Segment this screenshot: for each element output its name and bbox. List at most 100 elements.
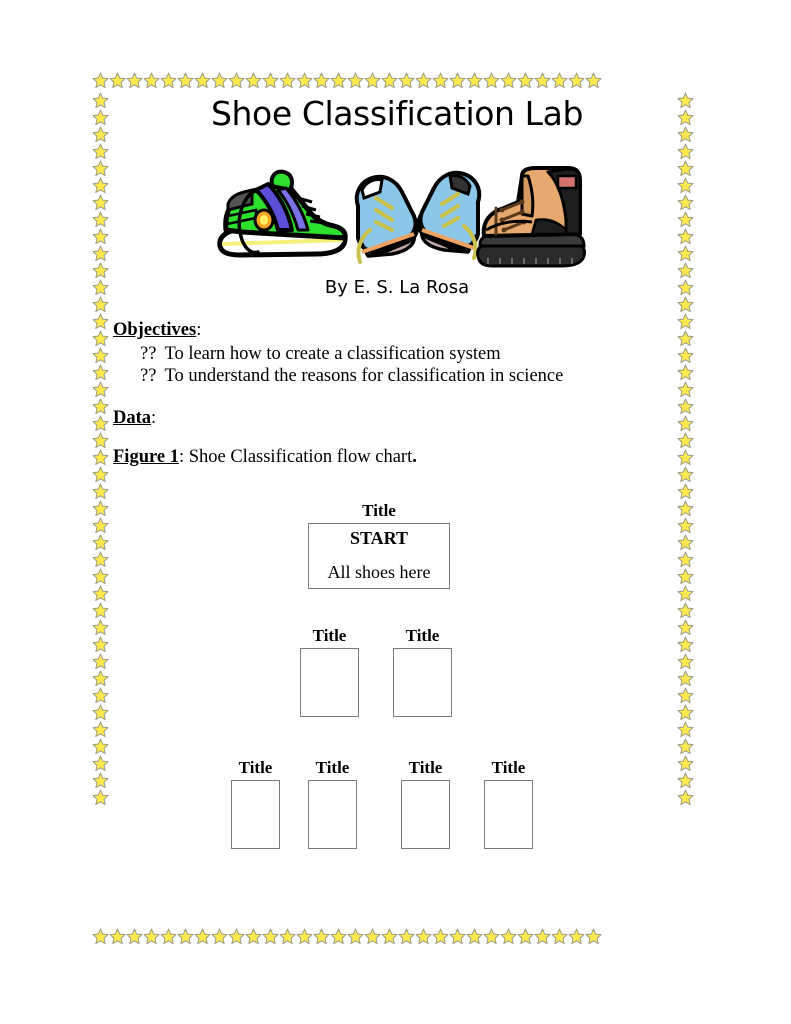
star-border-bottom <box>92 928 602 945</box>
star-icon <box>92 653 109 670</box>
star-icon <box>364 928 381 945</box>
brown-work-boot-icon <box>476 166 586 268</box>
star-icon <box>228 928 245 945</box>
star-icon <box>92 415 109 432</box>
star-icon <box>551 72 568 89</box>
star-icon <box>347 72 364 89</box>
objectives-heading: Objectives: <box>113 320 201 342</box>
star-icon <box>92 466 109 483</box>
node-box[interactable] <box>401 779 450 849</box>
shoe-classification-flowchart: Title START All shoes here Title Title T… <box>112 488 682 928</box>
star-icon <box>585 928 602 945</box>
star-icon <box>449 72 466 89</box>
star-icon <box>330 928 347 945</box>
node-box[interactable] <box>308 779 357 849</box>
star-icon <box>143 72 160 89</box>
star-icon <box>466 928 483 945</box>
star-icon <box>92 364 109 381</box>
star-icon <box>92 500 109 517</box>
star-icon <box>92 160 109 177</box>
star-icon <box>92 432 109 449</box>
flowchart-node-level2-2[interactable]: Title <box>308 758 357 849</box>
star-icon <box>92 126 109 143</box>
star-icon <box>177 72 194 89</box>
star-icon <box>483 72 500 89</box>
document-content: Shoe Classification Lab By E. S. La Rosa… <box>112 88 682 928</box>
star-icon <box>92 534 109 551</box>
star-border-top <box>92 72 602 89</box>
star-icon <box>262 928 279 945</box>
star-icon <box>245 928 262 945</box>
node-title: Title <box>238 758 273 777</box>
star-icon <box>296 928 313 945</box>
star-icon <box>568 928 585 945</box>
node-title: Title <box>362 501 396 520</box>
data-heading-colon: : <box>151 408 157 428</box>
star-icon <box>92 670 109 687</box>
star-icon <box>313 72 330 89</box>
star-icon <box>517 928 534 945</box>
star-icon <box>92 72 109 89</box>
data-heading: Data: <box>113 408 156 430</box>
star-icon <box>126 928 143 945</box>
star-icon <box>517 72 534 89</box>
star-icon <box>92 330 109 347</box>
star-icon <box>500 72 517 89</box>
star-icon <box>534 928 551 945</box>
star-icon <box>92 381 109 398</box>
star-icon <box>143 928 160 945</box>
document-page: Shoe Classification Lab By E. S. La Rosa… <box>0 0 791 1024</box>
flowchart-node-level2-4[interactable]: Title <box>484 758 533 849</box>
star-icon <box>211 72 228 89</box>
star-icon <box>364 72 381 89</box>
star-icon <box>92 772 109 789</box>
star-icon <box>432 928 449 945</box>
node-box[interactable] <box>300 647 359 717</box>
flowchart-node-level2-3[interactable]: Title <box>401 758 450 849</box>
star-icon <box>551 928 568 945</box>
star-border-left <box>92 92 109 806</box>
node-box[interactable]: START All shoes here <box>308 522 450 589</box>
node-title: Title <box>312 626 347 645</box>
objective-text: To learn how to create a classification … <box>164 344 501 364</box>
shoe-clipart-group <box>212 160 592 278</box>
green-sneaker-icon <box>217 169 348 258</box>
bullet-marker-icon: ?? <box>140 344 157 364</box>
star-icon <box>160 928 177 945</box>
node-primary-text: START <box>349 527 409 548</box>
star-icon <box>279 72 296 89</box>
flowchart-node-level2-1[interactable]: Title <box>231 758 280 849</box>
star-icon <box>92 177 109 194</box>
star-icon <box>92 398 109 415</box>
star-icon <box>160 72 177 89</box>
node-box[interactable] <box>231 779 280 849</box>
star-icon <box>330 72 347 89</box>
star-icon <box>381 928 398 945</box>
star-icon <box>92 602 109 619</box>
star-icon <box>432 72 449 89</box>
node-title: Title <box>408 758 443 777</box>
star-icon <box>92 92 109 109</box>
star-icon <box>92 228 109 245</box>
star-icon <box>92 194 109 211</box>
flowchart-node-level1-2[interactable]: Title <box>393 626 452 717</box>
star-icon <box>109 928 126 945</box>
star-icon <box>92 928 109 945</box>
star-icon <box>228 72 245 89</box>
star-icon <box>92 347 109 364</box>
star-icon <box>92 143 109 160</box>
node-box[interactable] <box>393 647 452 717</box>
star-icon <box>381 72 398 89</box>
star-icon <box>92 738 109 755</box>
star-icon <box>177 928 194 945</box>
star-icon <box>92 568 109 585</box>
star-icon <box>92 483 109 500</box>
star-icon <box>92 245 109 262</box>
star-icon <box>92 109 109 126</box>
star-icon <box>194 928 211 945</box>
blue-running-shoes-icon <box>354 170 482 264</box>
flowchart-node-level1-1[interactable]: Title <box>300 626 359 717</box>
node-box[interactable] <box>484 779 533 849</box>
flowchart-node-start[interactable]: Title START All shoes here <box>308 501 450 589</box>
star-icon <box>415 928 432 945</box>
